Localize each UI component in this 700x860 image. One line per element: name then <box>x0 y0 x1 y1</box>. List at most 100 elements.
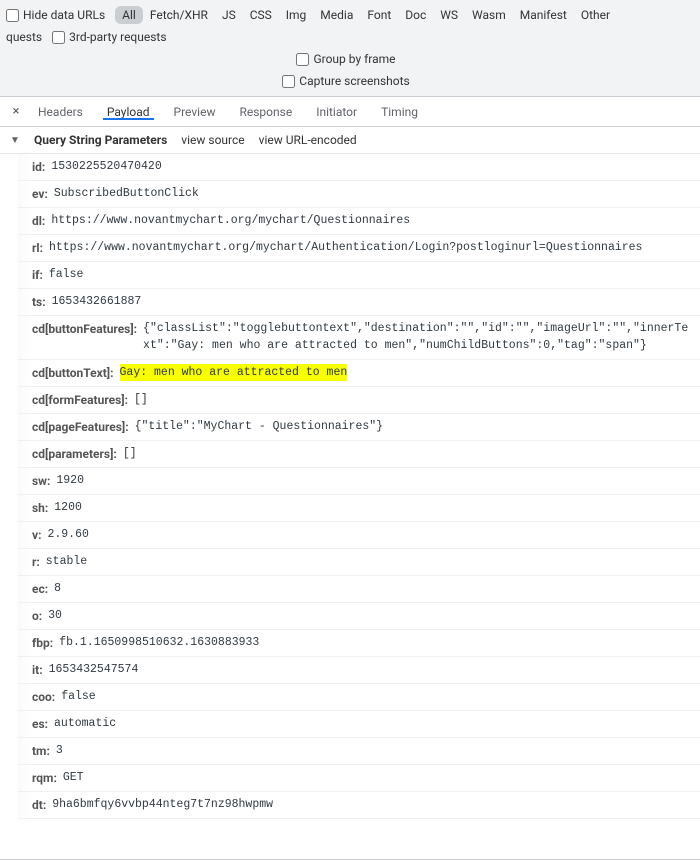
param-value: 9ha6bmfqy6vvbp44nteg7t7nz98hwpmw <box>52 796 273 813</box>
param-key: cd[parameters]: <box>32 445 117 463</box>
param-value: [] <box>123 445 137 462</box>
param-row: rl: https://www.novantmychart.org/mychart… <box>18 235 700 262</box>
view-url-encoded-link[interactable]: view URL-encoded <box>259 133 357 147</box>
tab-payload[interactable]: Payload <box>95 105 162 119</box>
param-value: automatic <box>54 715 116 732</box>
param-value: https://www.novantmychart.org/mychart/Qu… <box>51 212 410 229</box>
param-key: r: <box>32 553 40 571</box>
close-panel-button[interactable]: × <box>6 104 26 119</box>
param-key: dl: <box>32 212 45 230</box>
tab-preview[interactable]: Preview <box>162 105 228 119</box>
section-title: Query String Parameters <box>34 133 167 147</box>
param-value: 2.9.60 <box>47 526 88 543</box>
capture-screenshots-input[interactable] <box>282 75 295 88</box>
param-key: cd[buttonFeatures]: <box>32 320 137 338</box>
param-key: tm: <box>32 742 50 760</box>
capture-screenshots-label: Capture screenshots <box>299 74 409 88</box>
param-row: cd[pageFeatures]:{"title":"MyChart - Que… <box>18 414 700 441</box>
param-value: Gay: men who are attracted to men <box>120 364 348 381</box>
param-value: SubscribedButtonClick <box>54 185 199 202</box>
tab-headers[interactable]: Headers <box>26 105 95 119</box>
query-string-section-header: ▼ Query String Parameters view source vi… <box>0 127 700 154</box>
param-row: if:false <box>18 262 700 289</box>
param-value: stable <box>46 553 87 570</box>
param-key: o: <box>32 607 42 625</box>
collapse-caret-icon[interactable]: ▼ <box>10 135 20 146</box>
param-row: sw:1920 <box>18 468 700 495</box>
param-row: o: 30 <box>18 603 700 630</box>
bottom-divider <box>0 859 700 860</box>
third-party-checkbox[interactable]: 3rd-party requests <box>52 30 166 44</box>
detail-tabs: × HeadersPayloadPreviewResponseInitiator… <box>0 97 700 127</box>
filter-chip-js[interactable]: JS <box>215 6 243 24</box>
hide-data-urls-checkbox[interactable]: Hide data URLs <box>6 8 105 22</box>
param-row: dl: https://www.novantmychart.org/mychart… <box>18 208 700 235</box>
param-row: dt: 9ha6bmfqy6vvbp44nteg7t7nz98hwpmw <box>18 792 700 819</box>
param-value: false <box>61 688 96 705</box>
param-value: [] <box>134 391 148 408</box>
filter-row-4: Capture screenshots <box>6 70 694 92</box>
filter-chip-fetch-xhr[interactable]: Fetch/XHR <box>143 6 215 24</box>
hide-data-urls-input[interactable] <box>6 9 19 22</box>
param-key: cd[buttonText]: <box>32 364 114 382</box>
param-row: id: 1530225520470420 <box>18 154 700 181</box>
param-key: dt: <box>32 796 46 814</box>
param-key: ev: <box>32 185 48 203</box>
filter-chip-img[interactable]: Img <box>279 6 314 24</box>
param-value: {"classList":"togglebuttontext","destina… <box>143 320 692 355</box>
param-key: sw: <box>32 472 50 490</box>
param-value: false <box>49 266 84 283</box>
third-party-label: 3rd-party requests <box>69 30 166 44</box>
filter-chip-wasm[interactable]: Wasm <box>465 6 513 24</box>
param-row: sh: 1200 <box>18 495 700 522</box>
param-row: it: 1653432547574 <box>18 657 700 684</box>
param-key: fbp: <box>32 634 53 652</box>
param-value: 1653432547574 <box>49 661 139 678</box>
param-key: id: <box>32 158 45 176</box>
param-value: GET <box>63 769 84 786</box>
param-key: rl: <box>32 239 43 257</box>
param-value: 1200 <box>54 499 82 516</box>
filter-chip-css[interactable]: CSS <box>243 6 279 24</box>
tab-initiator[interactable]: Initiator <box>304 105 369 119</box>
requests-text-fragment: quests <box>6 30 42 44</box>
param-key: cd[formFeatures]: <box>32 391 128 409</box>
param-row: cd[buttonText]: Gay: men who are attracte… <box>18 360 700 387</box>
param-value: https://www.novantmychart.org/mychart/Au… <box>49 239 643 256</box>
param-key: cd[pageFeatures]: <box>32 418 129 436</box>
param-row: ev: SubscribedButtonClick <box>18 181 700 208</box>
filter-chip-manifest[interactable]: Manifest <box>513 6 574 24</box>
hide-data-urls-label: Hide data URLs <box>23 8 105 22</box>
param-row: ts: 1653432661887 <box>18 289 700 316</box>
tab-timing[interactable]: Timing <box>369 105 430 119</box>
param-row: cd[formFeatures]: [] <box>18 387 700 414</box>
param-row: es:automatic <box>18 711 700 738</box>
param-value: 1653432661887 <box>52 293 142 310</box>
param-key: ec: <box>32 580 48 598</box>
network-filter-toolbar: Hide data URLs AllFetch/XHRJSCSSImgMedia… <box>0 0 700 97</box>
filter-chip-ws[interactable]: WS <box>433 6 465 24</box>
param-value: 8 <box>54 580 61 597</box>
group-by-frame-input[interactable] <box>296 53 309 66</box>
filter-chip-all[interactable]: All <box>115 6 143 24</box>
filter-chip-font[interactable]: Font <box>360 6 398 24</box>
param-value: 30 <box>48 607 62 624</box>
query-params-list: id: 1530225520470420ev: SubscribedButtonCl… <box>0 154 700 819</box>
param-value: 1530225520470420 <box>51 158 161 175</box>
tab-response[interactable]: Response <box>227 105 304 119</box>
group-by-frame-checkbox[interactable]: Group by frame <box>296 52 395 66</box>
filter-chip-media[interactable]: Media <box>313 6 360 24</box>
param-row: tm:3 <box>18 738 700 765</box>
filter-chip-other[interactable]: Other <box>574 6 617 24</box>
param-row: cd[buttonFeatures]: {"classList":"toggleb… <box>18 316 700 360</box>
param-row: rqm:GET <box>18 765 700 792</box>
capture-screenshots-checkbox[interactable]: Capture screenshots <box>282 74 409 88</box>
param-key: it: <box>32 661 43 679</box>
third-party-input[interactable] <box>52 31 65 44</box>
param-row: coo:false <box>18 684 700 711</box>
filter-chip-doc[interactable]: Doc <box>398 6 433 24</box>
param-value: fb.1.1650998510632.1630883933 <box>59 634 259 651</box>
param-key: sh: <box>32 499 48 517</box>
param-key: ts: <box>32 293 46 311</box>
view-source-link[interactable]: view source <box>181 133 244 147</box>
